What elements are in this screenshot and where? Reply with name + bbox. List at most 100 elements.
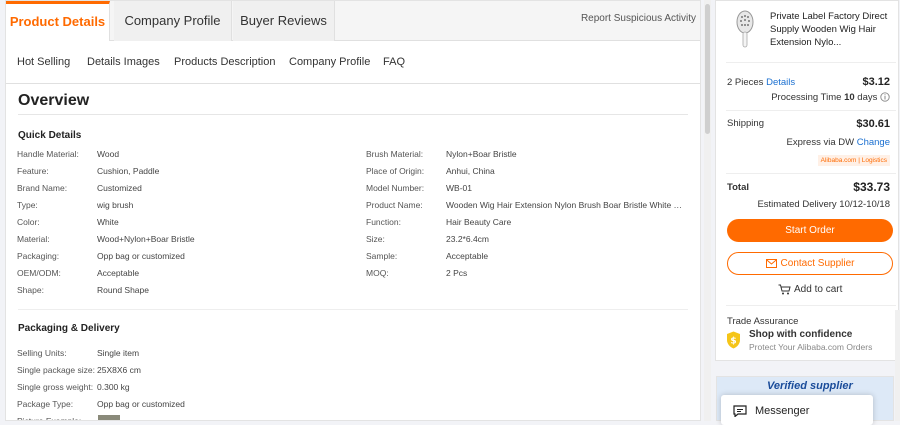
section-divider (18, 309, 688, 310)
spec-value: White (97, 217, 119, 227)
change-shipping-link[interactable]: Change (857, 137, 890, 148)
details-link[interactable]: Details (766, 77, 795, 88)
total-label: Total (727, 182, 749, 193)
spec-value: 2 Pcs (446, 268, 468, 278)
mail-icon (765, 258, 777, 268)
spec-value: Single item (97, 348, 140, 358)
tab-buyer-reviews[interactable]: Buyer Reviews (233, 1, 335, 41)
spec-key: Brush Material: (366, 149, 424, 159)
spec-value: 0.300 kg (97, 382, 130, 392)
spec-key: MOQ: (366, 268, 389, 278)
spec-value: Hair Beauty Care (446, 217, 512, 227)
spec-value: WB-01 (446, 183, 472, 193)
info-icon[interactable] (880, 92, 890, 103)
spec-value: 23.2*6.4cm (446, 234, 489, 244)
product-details-panel: Product Details Company Profile Buyer Re… (5, 0, 701, 421)
tab-company-profile[interactable]: Company Profile (114, 1, 232, 41)
express-text: Express via DW (786, 137, 855, 148)
estimated-delivery: Estimated Delivery 10/12-10/18 (757, 199, 890, 210)
spec-key: Model Number: (366, 183, 425, 193)
spec-row: Selling Units: Single item (17, 348, 139, 358)
picture-example-thumbnail[interactable] (98, 415, 120, 420)
divider (726, 305, 896, 306)
spec-value: Anhui, China (446, 166, 495, 176)
logistics-badge: Alibaba.com | Logistics (817, 155, 890, 166)
spec-key: Place of Origin: (366, 166, 425, 176)
spec-row: Color: White (17, 217, 119, 227)
processing-time-row: Processing Time 10 days (771, 92, 890, 103)
quantity-text: 2 Pieces (727, 77, 764, 88)
hair-brush-product-thumbnail[interactable] (730, 9, 760, 49)
shipping-price: $30.61 (856, 118, 890, 130)
side-scrollbar-track[interactable] (895, 310, 900, 421)
spec-row: Type: wig brush (17, 200, 133, 210)
total-price: $33.73 (853, 180, 890, 194)
spec-key: Shape: (17, 285, 44, 295)
sub-navigation: Hot Selling Details Images Products Desc… (6, 42, 700, 84)
divider (726, 62, 896, 63)
spec-row: Feature: Cushion, Paddle (17, 166, 159, 176)
subnav-company-profile[interactable]: Company Profile (289, 56, 370, 68)
processing-unit: days (857, 92, 878, 103)
spec-value: wig brush (97, 200, 134, 210)
page-scrollbar-thumb[interactable] (705, 4, 710, 134)
tab-product-details[interactable]: Product Details (6, 1, 110, 41)
spec-key: Picture Example: (17, 416, 82, 421)
quick-details-title: Quick Details (18, 130, 82, 141)
messenger-label: Messenger (755, 405, 810, 417)
contact-supplier-button[interactable]: Contact Supplier (727, 252, 893, 275)
spec-row: Picture Example: (17, 416, 97, 421)
product-title[interactable]: Private Label Factory Direct Supply Wood… (770, 10, 894, 49)
spec-row: Product Name: Wooden Wig Hair Extension N… (366, 200, 686, 210)
spec-key: Product Name: (366, 200, 423, 210)
spec-row: Package Type: Opp bag or customized (17, 399, 185, 409)
spec-row: Model Number: WB-01 (366, 183, 472, 193)
overview-divider (18, 114, 688, 115)
trade-assurance-label: Trade Assurance (727, 316, 799, 327)
spec-row: Place of Origin: Anhui, China (366, 166, 495, 176)
start-order-button[interactable]: Start Order (727, 219, 893, 242)
spec-key: Package Type: (17, 399, 74, 409)
subnav-details-images[interactable]: Details Images (87, 56, 160, 68)
spec-value: Nylon+Boar Bristle (446, 149, 517, 159)
svg-text:$: $ (730, 337, 736, 347)
unit-price: $3.12 (862, 76, 890, 88)
subnav-hot-selling[interactable]: Hot Selling (17, 56, 70, 68)
subnav-products-description[interactable]: Products Description (174, 56, 276, 68)
spec-value: Wood+Nylon+Boar Bristle (97, 234, 195, 244)
tab-bar: Product Details Company Profile Buyer Re… (6, 1, 700, 41)
cart-icon (778, 284, 791, 295)
spec-value: Cushion, Paddle (97, 166, 160, 176)
spec-value: Opp bag or customized (97, 399, 185, 409)
spec-value: Opp bag or customized (97, 251, 185, 261)
spec-row: Function: Hair Beauty Care (366, 217, 511, 227)
spec-key: Handle Material: (17, 149, 79, 159)
spec-value: Wood (97, 149, 120, 159)
shipping-label: Shipping (727, 118, 764, 129)
chat-icon (733, 405, 747, 417)
spec-key: OEM/ODM: (17, 268, 61, 278)
spec-row: Material: Wood+Nylon+Boar Bristle (17, 234, 195, 244)
trade-assurance-box: Trade Assurance $ Shop with confidence P… (726, 311, 896, 356)
spec-value: Customized (97, 183, 142, 193)
spec-key: Selling Units: (17, 348, 67, 358)
spec-row: Brush Material: Nylon+Boar Bristle (366, 149, 517, 159)
packaging-delivery-title: Packaging & Delivery (18, 323, 120, 334)
report-suspicious-link[interactable]: Report Suspicious Activity (581, 13, 696, 24)
spec-row: Packaging: Opp bag or customized (17, 251, 185, 261)
subnav-faq[interactable]: FAQ (383, 56, 405, 68)
add-to-cart-link[interactable]: Add to cart (778, 284, 842, 295)
contact-supplier-label: Contact Supplier (780, 258, 855, 269)
processing-days: 10 (844, 92, 855, 103)
spec-row: Single package size: 25X8X6 cm (17, 365, 141, 375)
spec-value: Acceptable (446, 251, 489, 261)
add-to-cart-label: Add to cart (794, 284, 843, 296)
spec-key: Brand Name: (17, 183, 68, 193)
spec-row: Size: 23.2*6.4cm (366, 234, 489, 244)
spec-row: Brand Name: Customized (17, 183, 142, 193)
spec-key: Material: (17, 234, 50, 244)
spec-value: Acceptable (97, 268, 140, 278)
spec-key: Feature: (17, 166, 49, 176)
express-row: Express via DW Change (787, 137, 891, 148)
spec-key: Color: (17, 217, 40, 227)
